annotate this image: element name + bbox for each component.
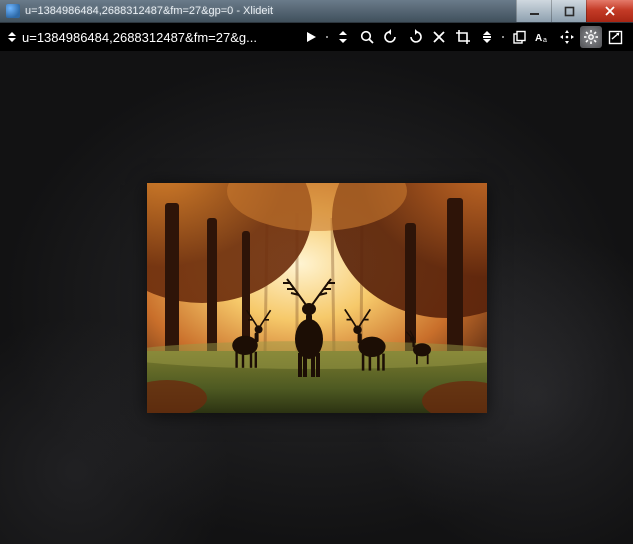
rotate-ccw-icon[interactable] [380, 26, 402, 48]
toolbar-separator [501, 27, 505, 47]
crop-icon[interactable] [452, 26, 474, 48]
svg-text:A: A [535, 33, 542, 44]
rotate-cw-icon[interactable] [404, 26, 426, 48]
delete-icon[interactable] [428, 26, 450, 48]
filename-dropdown-icon[interactable] [6, 30, 18, 44]
app-icon [6, 4, 20, 18]
window-controls [516, 0, 633, 22]
move-icon[interactable] [556, 26, 578, 48]
toolbar: u=1384986484,2688312487&fm=27&g... [0, 23, 633, 51]
svg-text:a: a [543, 37, 547, 44]
minimize-button[interactable] [516, 0, 551, 22]
toolbar-separator [325, 27, 329, 47]
maximize-button[interactable] [551, 0, 586, 22]
displayed-image [147, 183, 487, 413]
filename-label: u=1384986484,2688312487&fm=27&g... [22, 30, 257, 45]
settings-icon[interactable] [580, 26, 602, 48]
levels-icon[interactable] [476, 26, 498, 48]
fit-icon[interactable] [332, 26, 354, 48]
fullscreen-icon[interactable] [604, 26, 626, 48]
play-icon[interactable] [300, 26, 322, 48]
text-icon[interactable]: A a [532, 26, 554, 48]
image-viewport[interactable] [0, 51, 633, 544]
window-title: u=1384986484,2688312487&fm=27&gp=0 - Xli… [25, 5, 516, 17]
copy-icon[interactable] [508, 26, 530, 48]
window-titlebar: u=1384986484,2688312487&fm=27&gp=0 - Xli… [0, 0, 633, 23]
close-button[interactable] [586, 0, 633, 22]
zoom-icon[interactable] [356, 26, 378, 48]
